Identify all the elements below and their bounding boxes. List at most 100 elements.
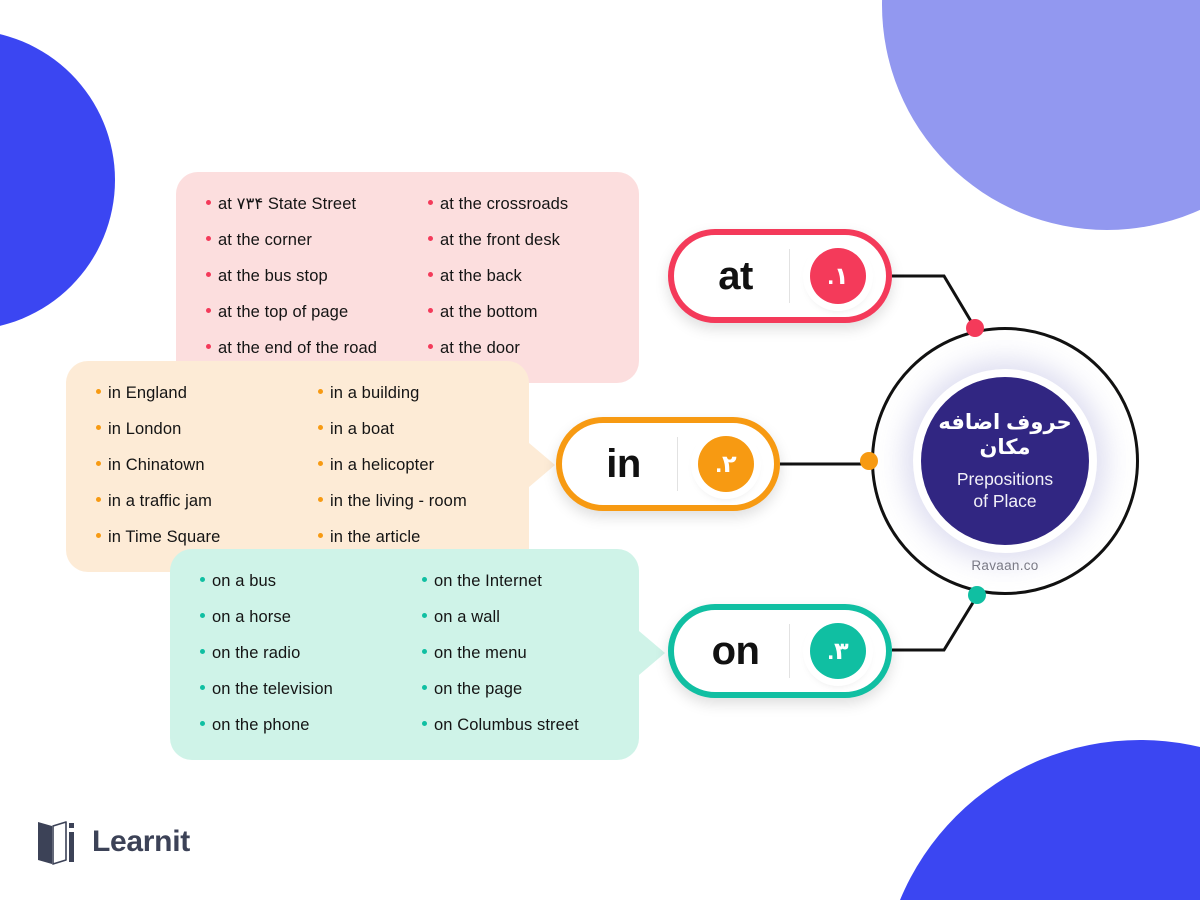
- preposition-pill-at[interactable]: at ۱.: [668, 229, 892, 323]
- example-text: in a building: [330, 384, 420, 402]
- example-text: on a bus: [212, 572, 277, 590]
- card-on-column-left: on a bus on a horse on the radio on the …: [200, 573, 422, 734]
- example-text: on the television: [212, 680, 333, 698]
- list-item: on Columbus street: [422, 717, 579, 734]
- example-text: at the end of the road: [218, 339, 378, 357]
- bullet-icon: [96, 497, 101, 502]
- list-item: on the page: [422, 681, 579, 698]
- example-text: on the menu: [434, 644, 527, 662]
- hub-source-label: Ravaan.co: [971, 558, 1039, 573]
- bullet-icon: [422, 613, 427, 618]
- list-item: at the top of page: [206, 304, 428, 321]
- bullet-icon: [206, 236, 211, 241]
- bullet-icon: [318, 533, 323, 538]
- bullet-icon: [318, 461, 323, 466]
- bullet-icon: [96, 389, 101, 394]
- card-at-column-right: at the crossroads at the front desk at t…: [428, 196, 568, 357]
- bullet-icon: [318, 389, 323, 394]
- list-item: on the radio: [200, 645, 422, 662]
- card-in-column-left: in England in London in Chinatown in a t…: [96, 385, 318, 546]
- list-item: in a boat: [318, 421, 467, 438]
- list-item: on the phone: [200, 717, 422, 734]
- examples-card-on: on a bus on a horse on the radio on the …: [170, 549, 665, 760]
- pill-badge-wrap: ۱.: [790, 248, 886, 304]
- examples-card-in: in England in London in Chinatown in a t…: [66, 361, 555, 572]
- preposition-pill-on[interactable]: on ۳.: [668, 604, 892, 698]
- decorative-circle-bottom-right: [880, 740, 1200, 900]
- hub-title-english-line1: Prepositions: [956, 469, 1054, 490]
- example-text: at the front desk: [440, 231, 561, 249]
- list-item: in Chinatown: [96, 457, 318, 474]
- pill-number-badge-in: ۲.: [698, 436, 754, 492]
- bullet-icon: [428, 236, 433, 241]
- example-text: on Columbus street: [434, 716, 579, 734]
- card-at-column-left: at ۷۳۴ State Street at the corner at the…: [206, 196, 428, 357]
- examples-card-at: at ۷۳۴ State Street at the corner at the…: [176, 172, 841, 383]
- bullet-icon: [96, 425, 101, 430]
- hub-title-english: Prepositions of Place: [957, 468, 1053, 512]
- list-item: at the door: [428, 340, 568, 357]
- pill-number-badge-at: ۱.: [810, 248, 866, 304]
- example-text: in a boat: [330, 420, 395, 438]
- bullet-icon: [318, 425, 323, 430]
- example-text: in Chinatown: [108, 456, 205, 474]
- bullet-icon: [200, 649, 205, 654]
- list-item: in a building: [318, 385, 467, 402]
- pill-word-in: in: [606, 441, 641, 486]
- list-item: on a wall: [422, 609, 579, 626]
- example-text: at the top of page: [218, 303, 349, 321]
- list-item: in Time Square: [96, 529, 318, 546]
- list-item: at the back: [428, 268, 568, 285]
- bullet-icon: [200, 577, 205, 582]
- list-item: in a traffic jam: [96, 493, 318, 510]
- pill-number-badge-on: ۳.: [810, 623, 866, 679]
- list-item: on a bus: [200, 573, 422, 590]
- list-item: on a horse: [200, 609, 422, 626]
- bullet-icon: [206, 344, 211, 349]
- bullet-icon: [206, 308, 211, 313]
- bullet-icon: [96, 533, 101, 538]
- hub-center-circle: حروف اضافه مکان Prepositions of Place: [921, 377, 1089, 545]
- card-in-column-right: in a building in a boat in a helicopter …: [318, 385, 467, 546]
- list-item: on the menu: [422, 645, 579, 662]
- list-item: at the bus stop: [206, 268, 428, 285]
- example-text: on the radio: [212, 644, 301, 662]
- example-text: at the door: [440, 339, 520, 357]
- infographic-canvas: at ۷۳۴ State Street at the corner at the…: [0, 0, 1200, 900]
- list-item: in the living - room: [318, 493, 467, 510]
- list-item: at the bottom: [428, 304, 568, 321]
- ring-dot-in: [860, 452, 878, 470]
- example-text: on a horse: [212, 608, 291, 626]
- preposition-pill-in[interactable]: in ۲.: [556, 417, 780, 511]
- bullet-icon: [96, 461, 101, 466]
- example-text: in England: [108, 384, 187, 402]
- list-item: at the corner: [206, 232, 428, 249]
- card-arrow-in: [529, 443, 555, 487]
- example-text: on the phone: [212, 716, 310, 734]
- example-text: in London: [108, 420, 182, 438]
- example-text: at the bus stop: [218, 267, 328, 285]
- brand-name: Learnit: [92, 825, 190, 858]
- example-text: on the page: [434, 680, 523, 698]
- example-text: in a helicopter: [330, 456, 435, 474]
- bullet-icon: [200, 685, 205, 690]
- list-item: on the television: [200, 681, 422, 698]
- list-item: in a helicopter: [318, 457, 467, 474]
- example-text: in the living - room: [330, 492, 467, 510]
- bullet-icon: [428, 272, 433, 277]
- bullet-icon: [206, 200, 211, 205]
- example-text: at the corner: [218, 231, 312, 249]
- ring-dot-at: [966, 319, 984, 337]
- connector-at: [892, 274, 977, 329]
- bullet-icon: [428, 344, 433, 349]
- bullet-icon: [422, 577, 427, 582]
- bullet-icon: [422, 649, 427, 654]
- card-arrow-on: [639, 631, 665, 675]
- bullet-icon: [206, 272, 211, 277]
- example-text: in Time Square: [108, 528, 221, 546]
- example-text: in the article: [330, 528, 421, 546]
- pill-word-on: on: [711, 628, 760, 673]
- bullet-icon: [200, 721, 205, 726]
- list-item: at the front desk: [428, 232, 568, 249]
- example-text: at the bottom: [440, 303, 538, 321]
